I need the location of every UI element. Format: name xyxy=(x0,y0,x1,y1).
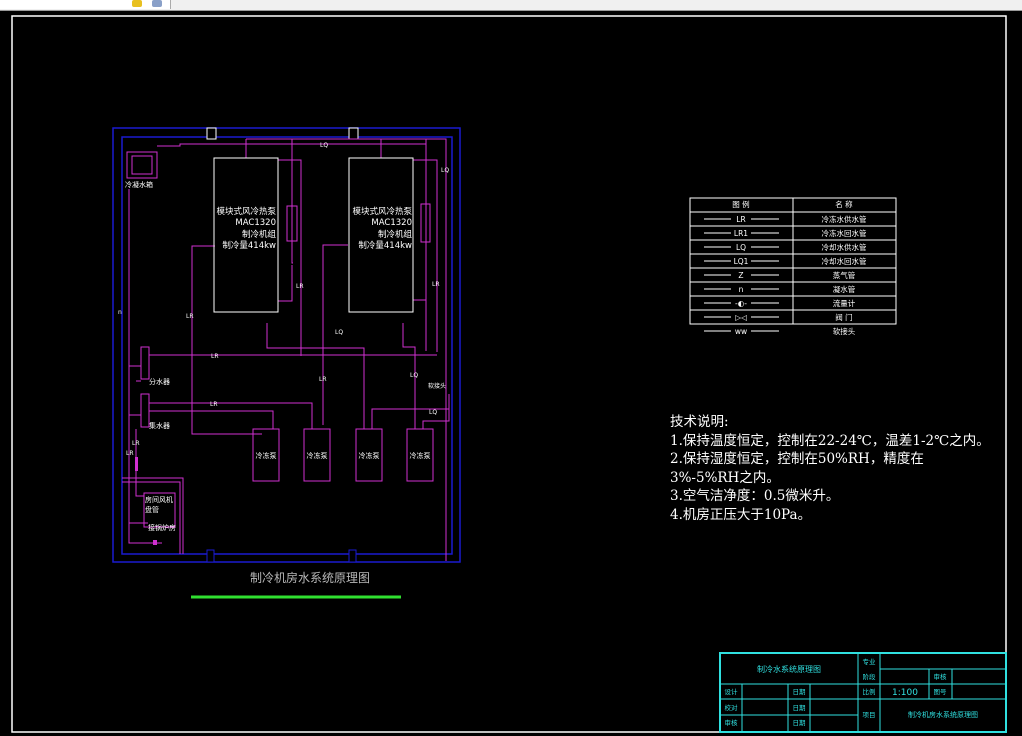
pipe-label: LR xyxy=(210,401,218,408)
chiller-2-label: 模块式风冷热泵 xyxy=(352,206,412,217)
tb-date: 日期 xyxy=(793,688,807,696)
legend-symbol: ▷◁ xyxy=(735,313,747,322)
pipe-label: LR xyxy=(132,440,140,447)
return-manifold-label: 集水器 xyxy=(149,421,170,430)
legend-name: 冷冻水供水管 xyxy=(822,214,867,224)
notes-title: 技术说明: xyxy=(670,414,729,430)
legend-name: 冷却水供水管 xyxy=(822,242,867,252)
pipe-label: LQ xyxy=(410,372,418,379)
ac-room-label-2: 盘管 xyxy=(145,505,159,514)
legend-symbol: LR xyxy=(736,215,745,224)
tb-drawing-no: 图号 xyxy=(934,688,948,696)
legend-symbol: LR1 xyxy=(734,229,748,238)
boiler-room-label: 接锅炉房 xyxy=(148,523,176,532)
tb-stage: 阶段 xyxy=(863,672,877,681)
technical-notes: 技术说明: 1.保持温度恒定，控制在22-24℃，温差1-2℃之内。 2.保持湿… xyxy=(670,413,990,524)
tb-project-label: 项目 xyxy=(863,711,876,719)
tb-scale: 1:100 xyxy=(892,688,918,698)
ac-room-label: 房间风机 xyxy=(145,495,173,504)
pipe-label: LR xyxy=(211,353,219,360)
tb-checker: 校对 xyxy=(725,703,739,712)
door-bottom xyxy=(348,549,357,563)
legend-name: 冷冻水回水管 xyxy=(822,228,867,238)
chiller-2-model: MAC1320 xyxy=(371,218,412,228)
layer-icon[interactable] xyxy=(132,0,142,7)
pipe-label: LR xyxy=(432,281,440,288)
drawing-frame xyxy=(11,15,1007,733)
legend-symbol: Z xyxy=(738,271,743,280)
cold-tank-label: 冷凝水箱 xyxy=(125,180,153,189)
pipe-label: n xyxy=(118,309,122,316)
pipe-label: LQ xyxy=(320,142,328,149)
tb-drawing-name: 制冷水系统原理图 xyxy=(757,664,821,674)
note-item: 3.空气洁净度：0.5微米升。 xyxy=(670,488,840,504)
pump-label: 冷冻泵 xyxy=(256,451,277,460)
chiller-2-type: 制冷机组 xyxy=(378,229,413,240)
tb-designer: 设计 xyxy=(725,687,739,696)
legend-header-name: 名 称 xyxy=(835,199,853,209)
legend-symbol: -◐- xyxy=(735,299,747,308)
note-item: 2.保持湿度恒定，控制在50%RH，精度在3%-5%RH之内。 xyxy=(670,451,924,486)
legend-name: 冷却水回水管 xyxy=(822,256,867,266)
toolbar-field[interactable] xyxy=(0,0,171,9)
legend-name: 软接头 xyxy=(833,326,856,336)
tb-date: 日期 xyxy=(793,704,807,712)
cube-icon[interactable] xyxy=(152,0,162,7)
note-item: 1.保持温度恒定，控制在22-24℃，温差1-2℃之内。 xyxy=(670,432,990,449)
pipe-label: LQ xyxy=(429,409,437,416)
supply-manifold-label: 分水器 xyxy=(149,377,170,386)
pipe-label: LR xyxy=(186,313,194,320)
drawing-title: 制冷机房水系统原理图 xyxy=(250,570,370,585)
tb-audit: 审核 xyxy=(934,672,948,681)
chiller-1-capacity: 制冷量414kw xyxy=(222,240,276,251)
legend-symbol: LQ1 xyxy=(734,257,749,266)
return-manifold-box xyxy=(140,393,150,428)
toolbar xyxy=(0,0,1022,11)
soft-joint-label: 软接头 xyxy=(428,382,446,390)
pipe-label: LR xyxy=(296,283,304,290)
pipe-label: LQ xyxy=(441,167,449,174)
pipe-label: LR xyxy=(126,450,134,457)
chiller-1-type: 制冷机组 xyxy=(242,229,277,240)
chiller-1-label: 模块式风冷热泵 xyxy=(216,206,276,217)
tb-reviewer: 审核 xyxy=(725,718,739,727)
tb-date: 日期 xyxy=(793,719,807,727)
legend-symbol: LQ xyxy=(736,243,746,252)
note-item: 4.机房正压大于10Pa。 xyxy=(670,506,812,523)
pipe-fittings xyxy=(135,203,431,545)
door-bottom xyxy=(206,549,215,563)
pipe-label: LR xyxy=(319,376,327,383)
legend-header-symbol: 图 例 xyxy=(732,199,749,209)
tb-project: 制冷机房水系统原理图 xyxy=(908,710,978,719)
pump-label: 冷冻泵 xyxy=(359,451,380,460)
legend-symbol: ww xyxy=(735,327,747,336)
pump-label: 冷冻泵 xyxy=(410,451,431,460)
cad-drawing-canvas[interactable]: 冷冻泵 冷冻泵 冷冻泵 冷冻泵 模块式风冷热泵 MAC1320 制冷机组 制冷量… xyxy=(0,11,1022,736)
legend-name: 流量计 xyxy=(833,298,856,308)
pump-label: 冷冻泵 xyxy=(307,451,328,460)
pipe-label: LQ xyxy=(335,329,343,336)
supply-manifold-box xyxy=(140,346,150,380)
chiller-2-capacity: 制冷量414kw xyxy=(358,240,412,251)
legend-name: 凝水管 xyxy=(833,284,856,294)
chiller-1-model: MAC1320 xyxy=(235,218,276,228)
tb-scale-label: 比例 xyxy=(863,687,876,696)
legend-name: 阀 门 xyxy=(835,313,852,322)
tb-major: 专业 xyxy=(863,657,877,666)
legend-symbol: n xyxy=(739,285,744,294)
legend-name: 蒸气管 xyxy=(833,270,856,280)
